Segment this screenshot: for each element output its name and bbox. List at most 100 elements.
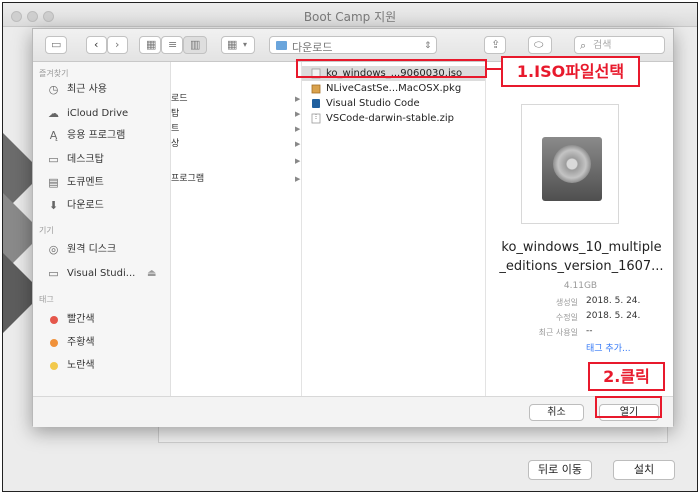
sidebar-item-label: 노란색: [67, 360, 95, 371]
window-title: Boot Camp 지원: [303, 10, 397, 24]
open-file-dialog: ▭ ‹ › ▦ ≡ ▥ ▦ ▾ 다운로드 ⇕ ⇪ ⬭ ⌕ 검색 즐겨찾기 ◷ 최…: [32, 28, 674, 427]
sidebar-item-icloud-drive[interactable]: ☁ iCloud Drive: [47, 106, 169, 122]
sidebar-item-label: 응용 프로그램: [67, 130, 126, 141]
downloads-file-column: ko_windows_...9060030.iso NLiveCastSe...…: [302, 62, 486, 396]
package-icon: [311, 84, 321, 94]
chevron-right-icon: ▶: [295, 175, 301, 183]
meta-last-opened-label: 최근 사용일: [538, 328, 578, 337]
search-placeholder: 검색: [593, 40, 612, 51]
disc-icon: ◎: [48, 243, 59, 256]
location-popup[interactable]: 다운로드 ⇕: [269, 36, 437, 54]
sidebar-section-favorites: 즐겨찾기: [39, 69, 69, 78]
icon-view-button[interactable]: ▦: [139, 36, 161, 54]
sidebar-item-label: 주황색: [67, 337, 95, 348]
meta-created-label: 생성일: [555, 298, 578, 307]
clock-icon: ◷: [48, 83, 59, 96]
sidebar-item-recents[interactable]: ◷ 최근 사용: [47, 82, 169, 98]
sidebar-item-documents[interactable]: ▤ 도큐멘트: [47, 175, 169, 191]
list-icon: ≡: [168, 38, 178, 51]
forward-nav-button[interactable]: ›: [107, 36, 128, 54]
columns-icon: ▥: [190, 38, 201, 51]
sidebar-item-desktop[interactable]: ▭ 데스크탑: [47, 152, 169, 168]
file-row-pkg[interactable]: NLiveCastSe...MacOSX.pkg: [302, 81, 485, 96]
back-nav-button[interactable]: ‹: [86, 36, 107, 54]
sidebar-toggle-button[interactable]: ▭: [45, 36, 67, 54]
meta-last-opened-value: --: [586, 326, 593, 336]
updown-chevron-icon: ⇕: [424, 41, 432, 51]
list-item[interactable]: 트 ▶: [171, 122, 301, 136]
list-view-button[interactable]: ≡: [161, 36, 183, 54]
sidebar-item-label: Visual Studi...: [67, 268, 136, 279]
back-button[interactable]: 뒤로 이동: [528, 460, 592, 480]
meta-modified-value: 2018. 5. 24.: [586, 311, 641, 321]
meta-modified-label: 수정일: [555, 313, 578, 322]
list-item-label: 탑: [171, 109, 180, 119]
sidebar-item-tag-yellow[interactable]: 노란색: [47, 358, 169, 374]
sidebar-item-label: 빨간색: [67, 314, 95, 325]
annotation-step1-label: 1.ISO파일선택: [501, 56, 640, 87]
add-tags-link[interactable]: 태그 추가...: [586, 341, 631, 354]
share-button[interactable]: ⇪: [484, 36, 506, 54]
red-tag-icon: [50, 316, 58, 324]
install-button[interactable]: 설치: [613, 460, 675, 480]
folder-icon: [276, 41, 287, 50]
preview-file-name-line2: _editions_version_1607...: [499, 259, 664, 274]
location-label: 다운로드: [292, 41, 333, 54]
sidebar-item-label: 다운로드: [67, 200, 104, 211]
drive-icon: ▭: [48, 267, 59, 280]
eject-icon[interactable]: ⏏: [147, 266, 156, 282]
list-item[interactable]: 프로그램 ▶: [171, 172, 301, 186]
parent-folder-column: 로드 ▶ 탑 ▶ 트 ▶ 상 ▶ ▶ 프로그램 ▶: [171, 62, 302, 396]
annotation-highlight-iso: [296, 59, 487, 78]
preview-file-size: 4.11GB: [563, 281, 598, 291]
list-item[interactable]: ▶: [171, 154, 301, 168]
dialog-footer: 취소 열기: [33, 396, 673, 427]
arrange-grid-icon: ▦: [227, 38, 238, 51]
yellow-tag-icon: [50, 362, 58, 370]
sidebar-item-downloads[interactable]: ⬇ 다운로드: [47, 198, 169, 214]
sidebar-section-tags: 태그: [39, 295, 54, 304]
file-name: NLiveCastSe...MacOSX.pkg: [326, 83, 462, 94]
chevron-right-icon: ▶: [295, 125, 301, 133]
file-row-zip[interactable]: VSCode-darwin-stable.zip: [302, 111, 485, 126]
chevron-down-icon: ▾: [243, 40, 248, 49]
list-item-label: 상: [171, 139, 180, 149]
download-icon: ⬇: [48, 199, 59, 212]
search-icon: ⌕: [580, 39, 587, 52]
tag-button[interactable]: ⬭: [528, 36, 552, 54]
list-item-label: 트: [171, 124, 180, 134]
orange-tag-icon: [50, 339, 58, 347]
sidebar-section-devices: 기기: [39, 226, 54, 235]
sidebar-item-applications[interactable]: Ą 응용 프로그램: [47, 128, 169, 144]
sidebar-item-tag-orange[interactable]: 주황색: [47, 335, 169, 351]
sidebar-item-visual-studio-volume[interactable]: ▭ Visual Studi... ⏏: [47, 266, 169, 282]
sidebar-item-tag-red[interactable]: 빨간색: [47, 312, 169, 328]
arrange-menu-button[interactable]: ▦ ▾: [221, 36, 255, 54]
file-row-vscode-app[interactable]: Visual Studio Code: [302, 96, 485, 111]
list-item[interactable]: 탑 ▶: [171, 107, 301, 121]
chevron-right-icon: ▶: [295, 95, 301, 103]
sidebar-item-label: 데스크탑: [67, 154, 104, 165]
cancel-button[interactable]: 취소: [529, 404, 584, 421]
search-input[interactable]: ⌕ 검색: [574, 36, 665, 54]
zip-icon: [311, 113, 321, 124]
list-item[interactable]: 로드 ▶: [171, 92, 301, 106]
list-item-label: 로드: [171, 94, 188, 104]
chevron-right-icon: ▶: [295, 157, 301, 165]
column-view-button[interactable]: ▥: [183, 36, 207, 54]
sidebar-item-label: iCloud Drive: [67, 108, 129, 119]
chevron-right-icon: ▶: [295, 140, 301, 148]
list-item[interactable]: 상 ▶: [171, 137, 301, 151]
sidebar-item-label: 최근 사용: [67, 84, 107, 95]
list-item-label: 프로그램: [171, 174, 205, 184]
apps-icon: Ą: [49, 129, 58, 142]
annotation-highlight-open: [595, 396, 662, 418]
chevron-right-icon: ›: [115, 38, 120, 51]
grid-icon: ▦: [146, 38, 157, 51]
sidebar-item-remote-disc[interactable]: ◎ 원격 디스크: [47, 242, 169, 258]
disk-image-preview: [521, 104, 619, 224]
chevron-left-icon: ‹: [94, 38, 99, 51]
disk-platter-icon: [553, 145, 591, 183]
sidebar-icon: ▭: [51, 38, 62, 51]
finder-sidebar: 즐겨찾기 ◷ 최근 사용 ☁ iCloud Drive Ą 응용 프로그램 ▭ …: [33, 62, 171, 396]
